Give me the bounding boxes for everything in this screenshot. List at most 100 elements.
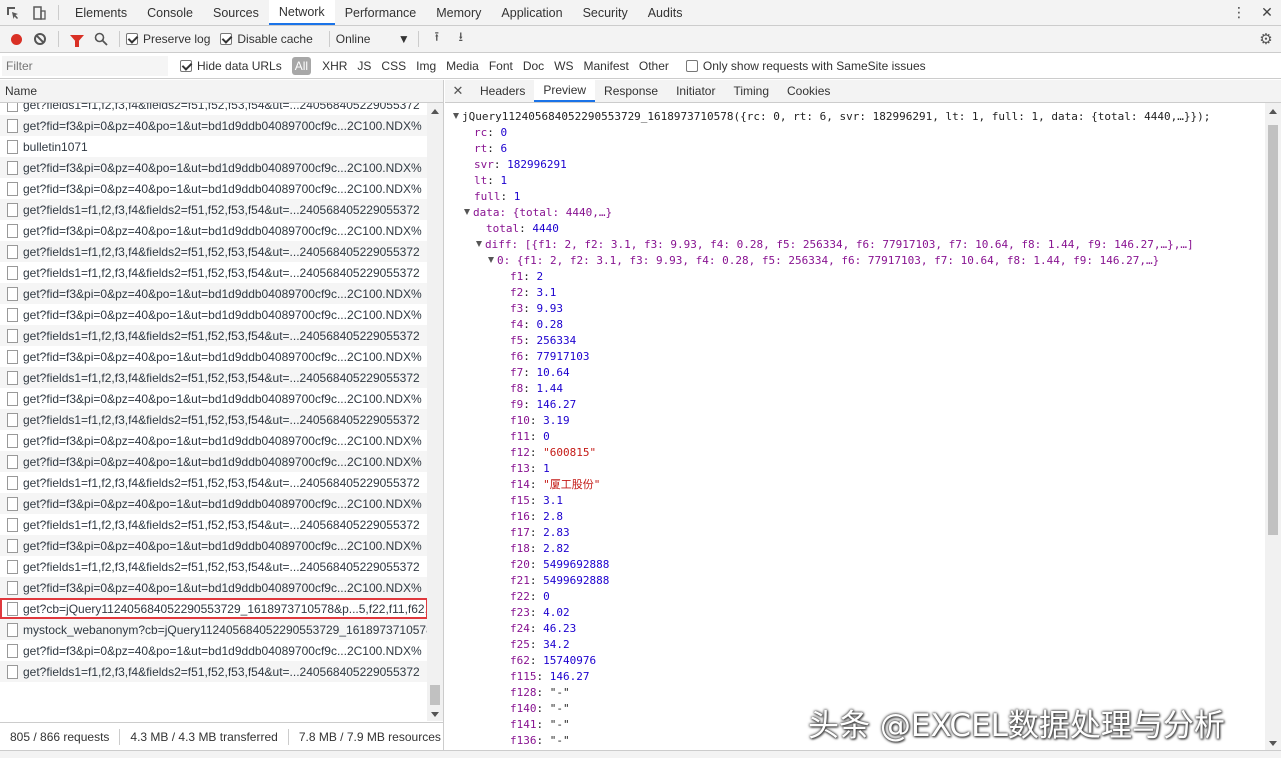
expand-triangle-icon[interactable] (488, 257, 494, 263)
preserve-log-checkbox[interactable]: Preserve log (126, 32, 210, 46)
tab-response[interactable]: Response (595, 80, 667, 102)
expand-triangle-icon[interactable] (476, 241, 482, 247)
request-row[interactable]: get?fid=f3&pi=0&pz=40&po=1&ut=bd1d9ddb04… (0, 115, 428, 136)
request-row[interactable]: get?fid=f3&pi=0&pz=40&po=1&ut=bd1d9ddb04… (0, 220, 428, 241)
request-row[interactable]: get?fid=f3&pi=0&pz=40&po=1&ut=bd1d9ddb04… (0, 430, 428, 451)
tab-security[interactable]: Security (573, 0, 638, 25)
expand-triangle-icon[interactable] (464, 209, 470, 215)
preserve-log-check[interactable] (126, 33, 138, 45)
request-row[interactable]: get?fields1=f1,f2,f3,f4&fields2=f51,f52,… (0, 514, 428, 535)
clear-button[interactable] (28, 28, 52, 50)
request-row[interactable]: get?fields1=f1,f2,f3,f4&fields2=f51,f52,… (0, 367, 428, 388)
import-har-icon[interactable]: ⭱ (425, 28, 449, 50)
request-row[interactable]: get?cb=jQuery112405684052290553729_16189… (0, 598, 428, 619)
request-row[interactable]: get?fields1=f1,f2,f3,f4&fields2=f51,f52,… (0, 409, 428, 430)
tab-console[interactable]: Console (137, 0, 203, 25)
request-row[interactable]: get?fields1=f1,f2,f3,f4&fields2=f51,f52,… (0, 262, 428, 283)
request-row[interactable]: get?fields1=f1,f2,f3,f4&fields2=f51,f52,… (0, 241, 428, 262)
tab-headers[interactable]: Headers (471, 80, 534, 102)
request-row[interactable]: get?fid=f3&pi=0&pz=40&po=1&ut=bd1d9ddb04… (0, 304, 428, 325)
filter-type-xhr[interactable]: XHR (317, 58, 352, 74)
request-row[interactable]: get?fid=f3&pi=0&pz=40&po=1&ut=bd1d9ddb04… (0, 388, 428, 409)
preview-scrollbar[interactable] (1265, 103, 1281, 750)
close-icon[interactable]: ✕ (445, 80, 471, 102)
tab-cookies[interactable]: Cookies (778, 80, 839, 102)
tab-timing[interactable]: Timing (724, 80, 778, 102)
json-diff-line[interactable]: diff: [{f1: 2, f2: 3.1, f3: 9.93, f4: 0.… (445, 237, 1265, 253)
filter-type-media[interactable]: Media (441, 58, 484, 74)
tab-network[interactable]: Network (268, 0, 335, 25)
json-field: f15: 3.1 (445, 493, 1265, 509)
json-item-line[interactable]: 0: {f1: 2, f2: 3.1, f3: 9.93, f4: 0.28, … (445, 253, 1265, 269)
filter-type-js[interactable]: JS (352, 58, 376, 74)
request-row[interactable]: bulletin1071 (0, 136, 428, 157)
hide-data-urls-checkbox[interactable]: Hide data URLs (180, 59, 282, 73)
scroll-down-icon[interactable] (1269, 741, 1277, 746)
request-list-scrollbar[interactable] (427, 103, 443, 721)
samesite-checkbox[interactable]: Only show requests with SameSite issues (685, 59, 926, 73)
request-row[interactable]: get?fid=f3&pi=0&pz=40&po=1&ut=bd1d9ddb04… (0, 640, 428, 661)
filter-type-ws[interactable]: WS (549, 58, 578, 74)
request-row[interactable]: get?fid=f3&pi=0&pz=40&po=1&ut=bd1d9ddb04… (0, 283, 428, 304)
filter-type-font[interactable]: Font (484, 58, 518, 74)
filter-type-manifest[interactable]: Manifest (579, 58, 634, 74)
scroll-thumb[interactable] (1268, 125, 1278, 535)
tab-preview[interactable]: Preview (534, 80, 596, 102)
request-row[interactable]: get?fid=f3&pi=0&pz=40&po=1&ut=bd1d9ddb04… (0, 493, 428, 514)
request-row[interactable]: get?fid=f3&pi=0&pz=40&po=1&ut=bd1d9ddb04… (0, 346, 428, 367)
request-name: get?fid=f3&pi=0&pz=40&po=1&ut=bd1d9ddb04… (23, 496, 422, 511)
inspect-icon[interactable] (0, 0, 26, 25)
tab-memory[interactable]: Memory (426, 0, 491, 25)
scroll-down-icon[interactable] (431, 712, 439, 717)
export-har-icon[interactable]: ⭳ (449, 28, 473, 50)
scroll-up-icon[interactable] (431, 109, 439, 114)
request-row[interactable]: get?fields1=f1,f2,f3,f4&fields2=f51,f52,… (0, 661, 428, 682)
filter-type-css[interactable]: CSS (376, 58, 411, 74)
request-name: get?fields1=f1,f2,f3,f4&fields2=f51,f52,… (23, 664, 420, 679)
close-icon[interactable]: ✕ (1253, 4, 1281, 21)
request-row[interactable]: get?fid=f3&pi=0&pz=40&po=1&ut=bd1d9ddb04… (0, 157, 428, 178)
tab-performance[interactable]: Performance (335, 0, 427, 25)
gear-icon[interactable]: ⚙ (1251, 30, 1281, 48)
request-row[interactable]: get?fid=f3&pi=0&pz=40&po=1&ut=bd1d9ddb04… (0, 451, 428, 472)
request-row[interactable]: get?fid=f3&pi=0&pz=40&po=1&ut=bd1d9ddb04… (0, 577, 428, 598)
filter-type-doc[interactable]: Doc (518, 58, 549, 74)
scroll-thumb[interactable] (430, 685, 440, 705)
scroll-up-icon[interactable] (1269, 109, 1277, 114)
tab-initiator[interactable]: Initiator (667, 80, 724, 102)
json-root-line[interactable]: jQuery112405684052290553729_161897371057… (445, 109, 1265, 125)
more-icon[interactable]: ⋮ (1225, 4, 1253, 21)
filter-type-all[interactable]: All (291, 56, 312, 75)
filter-type-img[interactable]: Img (411, 58, 441, 74)
name-column-header[interactable]: Name (0, 80, 443, 103)
tab-elements[interactable]: Elements (65, 0, 137, 25)
json-colon: : (536, 718, 550, 731)
json-key: f12 (510, 446, 530, 459)
request-row[interactable]: mystock_webanonym?cb=jQuery1124056840522… (0, 619, 428, 640)
json-data-line[interactable]: data: {total: 4440,…} (445, 205, 1265, 221)
samesite-check[interactable] (685, 59, 698, 72)
tab-audits[interactable]: Audits (638, 0, 693, 25)
expand-triangle-icon[interactable] (453, 113, 459, 119)
request-row[interactable]: get?fields1=f1,f2,f3,f4&fields2=f51,f52,… (0, 325, 428, 346)
filter-toggle-button[interactable] (65, 28, 89, 50)
file-icon (7, 244, 18, 259)
filter-input[interactable] (2, 55, 168, 76)
disable-cache-check[interactable] (220, 33, 233, 45)
device-toggle-icon[interactable] (26, 0, 52, 25)
tab-sources[interactable]: Sources (203, 0, 269, 25)
request-row[interactable]: get?fid=f3&pi=0&pz=40&po=1&ut=bd1d9ddb04… (0, 535, 428, 556)
json-field: f23: 4.02 (445, 605, 1265, 621)
disable-cache-checkbox[interactable]: Disable cache (220, 32, 313, 46)
request-row[interactable]: get?fields1=f1,f2,f3,f4&fields2=f51,f52,… (0, 199, 428, 220)
request-row[interactable]: get?fid=f3&pi=0&pz=40&po=1&ut=bd1d9ddb04… (0, 178, 428, 199)
hide-data-urls-check[interactable] (180, 59, 192, 72)
throttling-select[interactable]: Online ▼ (336, 32, 412, 46)
filter-type-other[interactable]: Other (634, 58, 674, 74)
request-row[interactable]: get?fields1=f1,f2,f3,f4&fields2=f51,f52,… (0, 472, 428, 493)
search-button[interactable] (89, 28, 113, 50)
tab-application[interactable]: Application (491, 0, 572, 25)
request-row[interactable]: get?fields1=f1,f2,f3,f4&fields2=f51,f52,… (0, 103, 428, 115)
record-button[interactable] (4, 28, 28, 50)
request-row[interactable]: get?fields1=f1,f2,f3,f4&fields2=f51,f52,… (0, 556, 428, 577)
